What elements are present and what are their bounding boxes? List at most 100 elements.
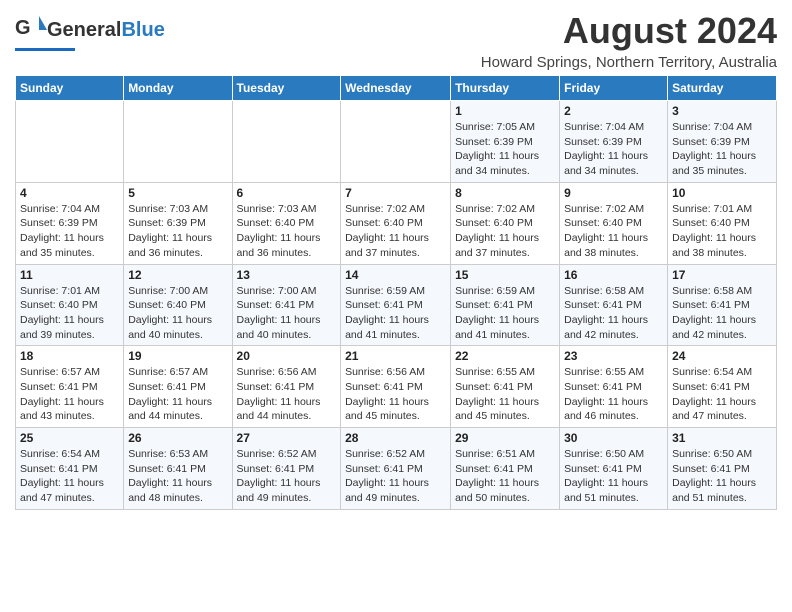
day-info: Sunrise: 6:57 AM Sunset: 6:41 PM Dayligh… bbox=[128, 365, 227, 424]
calendar-cell: 16 Sunrise: 6:58 AM Sunset: 6:41 PM Dayli… bbox=[560, 264, 668, 346]
day-number: 10 bbox=[672, 186, 772, 200]
calendar-cell: 8Sunrise: 7:02 AM Sunset: 6:40 PM Daylig… bbox=[451, 182, 560, 264]
day-info: Sunrise: 6:56 AM Sunset: 6:41 PM Dayligh… bbox=[237, 365, 337, 424]
day-info: Sunrise: 7:01 AM Sunset: 6:40 PM Dayligh… bbox=[20, 284, 119, 343]
day-info: Sunrise: 7:05 AM Sunset: 6:39 PM Dayligh… bbox=[455, 120, 555, 179]
day-of-week-saturday: Saturday bbox=[668, 76, 777, 101]
day-number: 28 bbox=[345, 431, 446, 445]
calendar-cell: 9 Sunrise: 7:02 AM Sunset: 6:40 PM Daylig… bbox=[560, 182, 668, 264]
logo-underline bbox=[15, 48, 75, 51]
calendar-cell: 22 Sunrise: 6:55 AM Sunset: 6:41 PM Dayli… bbox=[451, 346, 560, 428]
day-number: 18 bbox=[20, 349, 119, 363]
day-info: Sunrise: 6:52 AM Sunset: 6:41 PM Dayligh… bbox=[345, 447, 446, 506]
day-number: 30 bbox=[564, 431, 663, 445]
day-number: 12 bbox=[128, 268, 227, 282]
logo-general-text: General bbox=[47, 19, 121, 41]
calendar-cell: 30 Sunrise: 6:50 AM Sunset: 6:41 PM Dayli… bbox=[560, 428, 668, 510]
calendar-cell: 27 Sunrise: 6:52 AM Sunset: 6:41 PM Dayli… bbox=[232, 428, 341, 510]
day-info: Sunrise: 6:59 AM Sunset: 6:41 PM Dayligh… bbox=[345, 284, 446, 343]
day-number: 17 bbox=[672, 268, 772, 282]
day-number: 16 bbox=[564, 268, 663, 282]
day-number: 3 bbox=[672, 104, 772, 118]
day-info: Sunrise: 7:02 AM Sunset: 6:40 PM Dayligh… bbox=[564, 202, 663, 261]
day-of-week-thursday: Thursday bbox=[451, 76, 560, 101]
day-number: 9 bbox=[564, 186, 663, 200]
day-info: Sunrise: 6:54 AM Sunset: 6:41 PM Dayligh… bbox=[20, 447, 119, 506]
day-info: Sunrise: 6:57 AM Sunset: 6:41 PM Dayligh… bbox=[20, 365, 119, 424]
day-info: Sunrise: 6:53 AM Sunset: 6:41 PM Dayligh… bbox=[128, 447, 227, 506]
calendar-cell: 5Sunrise: 7:03 AM Sunset: 6:39 PM Daylig… bbox=[124, 182, 232, 264]
day-number: 22 bbox=[455, 349, 555, 363]
day-number: 27 bbox=[237, 431, 337, 445]
day-info: Sunrise: 6:58 AM Sunset: 6:41 PM Dayligh… bbox=[564, 284, 663, 343]
day-of-week-monday: Monday bbox=[124, 76, 232, 101]
day-info: Sunrise: 7:03 AM Sunset: 6:39 PM Dayligh… bbox=[128, 202, 227, 261]
title-area: August 2024 Howard Springs, Northern Ter… bbox=[481, 10, 777, 71]
day-info: Sunrise: 6:56 AM Sunset: 6:41 PM Dayligh… bbox=[345, 365, 446, 424]
day-info: Sunrise: 7:01 AM Sunset: 6:40 PM Dayligh… bbox=[672, 202, 772, 261]
day-number: 24 bbox=[672, 349, 772, 363]
day-of-week-wednesday: Wednesday bbox=[341, 76, 451, 101]
day-number: 11 bbox=[20, 268, 119, 282]
day-number: 26 bbox=[128, 431, 227, 445]
calendar-cell: 15Sunrise: 6:59 AM Sunset: 6:41 PM Dayli… bbox=[451, 264, 560, 346]
calendar-cell: 13 Sunrise: 7:00 AM Sunset: 6:41 PM Dayli… bbox=[232, 264, 341, 346]
logo-blue-text: Blue bbox=[121, 19, 164, 41]
calendar-cell: 18 Sunrise: 6:57 AM Sunset: 6:41 PM Dayli… bbox=[16, 346, 124, 428]
calendar-cell: 25 Sunrise: 6:54 AM Sunset: 6:41 PM Dayli… bbox=[16, 428, 124, 510]
day-number: 19 bbox=[128, 349, 227, 363]
calendar-table: SundayMondayTuesdayWednesdayThursdayFrid… bbox=[15, 75, 777, 510]
day-info: Sunrise: 7:04 AM Sunset: 6:39 PM Dayligh… bbox=[672, 120, 772, 179]
logo-icon: G bbox=[15, 14, 47, 46]
calendar-cell: 19 Sunrise: 6:57 AM Sunset: 6:41 PM Dayli… bbox=[124, 346, 232, 428]
calendar-cell: 4 Sunrise: 7:04 AM Sunset: 6:39 PM Daylig… bbox=[16, 182, 124, 264]
day-info: Sunrise: 7:04 AM Sunset: 6:39 PM Dayligh… bbox=[564, 120, 663, 179]
day-info: Sunrise: 7:00 AM Sunset: 6:40 PM Dayligh… bbox=[128, 284, 227, 343]
calendar-cell: 24 Sunrise: 6:54 AM Sunset: 6:41 PM Dayli… bbox=[668, 346, 777, 428]
day-number: 8 bbox=[455, 186, 555, 200]
calendar-cell: 7Sunrise: 7:02 AM Sunset: 6:40 PM Daylig… bbox=[341, 182, 451, 264]
calendar-cell: 12 Sunrise: 7:00 AM Sunset: 6:40 PM Dayli… bbox=[124, 264, 232, 346]
page-header: G GeneralBlue August 2024 Howard Springs… bbox=[15, 10, 777, 71]
day-info: Sunrise: 6:50 AM Sunset: 6:41 PM Dayligh… bbox=[564, 447, 663, 506]
calendar-cell: 11 Sunrise: 7:01 AM Sunset: 6:40 PM Dayli… bbox=[16, 264, 124, 346]
day-number: 31 bbox=[672, 431, 772, 445]
svg-text:G: G bbox=[15, 17, 31, 39]
day-info: Sunrise: 6:59 AM Sunset: 6:41 PM Dayligh… bbox=[455, 284, 555, 343]
day-info: Sunrise: 6:52 AM Sunset: 6:41 PM Dayligh… bbox=[237, 447, 337, 506]
calendar-cell: 28 Sunrise: 6:52 AM Sunset: 6:41 PM Dayli… bbox=[341, 428, 451, 510]
day-of-week-tuesday: Tuesday bbox=[232, 76, 341, 101]
calendar-week-5: 25 Sunrise: 6:54 AM Sunset: 6:41 PM Dayli… bbox=[16, 428, 777, 510]
calendar-cell: 2 Sunrise: 7:04 AM Sunset: 6:39 PM Daylig… bbox=[560, 101, 668, 183]
day-number: 13 bbox=[237, 268, 337, 282]
day-of-week-sunday: Sunday bbox=[16, 76, 124, 101]
calendar-cell: 31 Sunrise: 6:50 AM Sunset: 6:41 PM Dayli… bbox=[668, 428, 777, 510]
day-info: Sunrise: 6:50 AM Sunset: 6:41 PM Dayligh… bbox=[672, 447, 772, 506]
calendar-cell: 6 Sunrise: 7:03 AM Sunset: 6:40 PM Daylig… bbox=[232, 182, 341, 264]
day-info: Sunrise: 6:54 AM Sunset: 6:41 PM Dayligh… bbox=[672, 365, 772, 424]
calendar-cell: 20 Sunrise: 6:56 AM Sunset: 6:41 PM Dayli… bbox=[232, 346, 341, 428]
day-number: 6 bbox=[237, 186, 337, 200]
day-number: 20 bbox=[237, 349, 337, 363]
calendar-week-4: 18 Sunrise: 6:57 AM Sunset: 6:41 PM Dayli… bbox=[16, 346, 777, 428]
day-info: Sunrise: 7:03 AM Sunset: 6:40 PM Dayligh… bbox=[237, 202, 337, 261]
sub-title: Howard Springs, Northern Territory, Aust… bbox=[481, 54, 777, 71]
day-number: 23 bbox=[564, 349, 663, 363]
day-info: Sunrise: 7:04 AM Sunset: 6:39 PM Dayligh… bbox=[20, 202, 119, 261]
calendar-cell bbox=[124, 101, 232, 183]
calendar-cell: 29Sunrise: 6:51 AM Sunset: 6:41 PM Dayli… bbox=[451, 428, 560, 510]
day-info: Sunrise: 7:00 AM Sunset: 6:41 PM Dayligh… bbox=[237, 284, 337, 343]
day-number: 25 bbox=[20, 431, 119, 445]
day-number: 4 bbox=[20, 186, 119, 200]
day-info: Sunrise: 6:55 AM Sunset: 6:41 PM Dayligh… bbox=[455, 365, 555, 424]
day-number: 1 bbox=[455, 104, 555, 118]
day-number: 29 bbox=[455, 431, 555, 445]
day-number: 2 bbox=[564, 104, 663, 118]
calendar-week-3: 11 Sunrise: 7:01 AM Sunset: 6:40 PM Dayli… bbox=[16, 264, 777, 346]
calendar-cell: 21Sunrise: 6:56 AM Sunset: 6:41 PM Dayli… bbox=[341, 346, 451, 428]
day-number: 14 bbox=[345, 268, 446, 282]
calendar-cell bbox=[232, 101, 341, 183]
calendar-cell: 23Sunrise: 6:55 AM Sunset: 6:41 PM Dayli… bbox=[560, 346, 668, 428]
logo: G GeneralBlue bbox=[15, 14, 165, 51]
calendar-cell: 10 Sunrise: 7:01 AM Sunset: 6:40 PM Dayli… bbox=[668, 182, 777, 264]
